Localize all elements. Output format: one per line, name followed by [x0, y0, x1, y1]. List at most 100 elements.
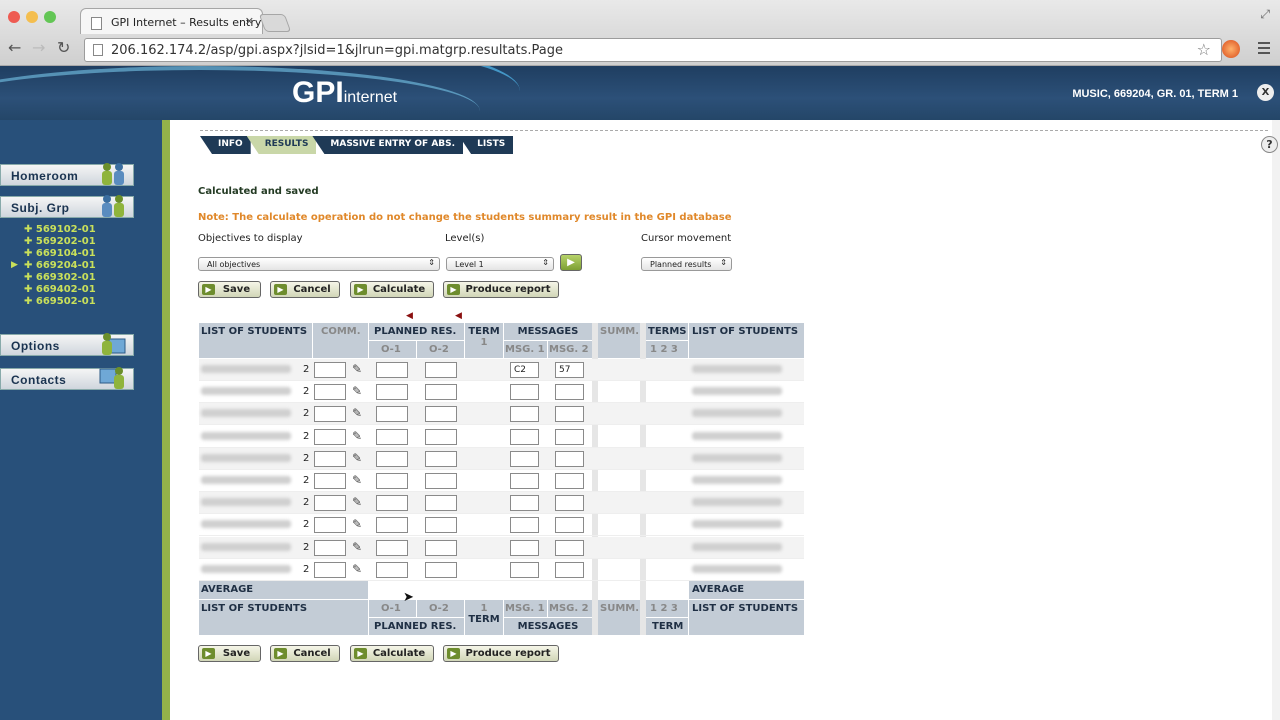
msg2-input[interactable] [555, 517, 584, 534]
o2-input[interactable] [425, 473, 457, 489]
scrollbar[interactable] [1272, 120, 1280, 720]
pencil-icon[interactable]: ✎ [352, 429, 362, 443]
msg2-input[interactable] [555, 561, 584, 578]
o2-input[interactable] [425, 428, 457, 445]
close-app-button[interactable]: X [1257, 84, 1274, 101]
browser-menu-icon[interactable] [1258, 42, 1270, 57]
group-link[interactable]: ✚ 669104-01 [24, 248, 96, 259]
pencil-icon[interactable]: ✎ [352, 540, 362, 554]
sort-arrow-icon[interactable]: ◀ [455, 311, 462, 321]
o2-input[interactable] [425, 406, 457, 423]
comment-input[interactable] [314, 539, 346, 556]
browser-tab[interactable]: GPI Internet – Results entry ✕ [80, 8, 263, 34]
tab-results[interactable]: RESULTS [246, 136, 317, 154]
pencil-icon[interactable]: ✎ [352, 562, 362, 576]
reload-icon[interactable]: ↻ [57, 38, 70, 57]
forward-icon[interactable]: → [32, 38, 45, 57]
apply-filter-button[interactable]: ▶ [560, 254, 582, 271]
pencil-icon[interactable]: ✎ [352, 406, 362, 420]
msg2-input[interactable]: 57 [555, 362, 584, 378]
msg2-input[interactable] [555, 428, 584, 445]
comment-input[interactable] [314, 495, 346, 512]
o1-input[interactable] [376, 561, 408, 578]
save-button[interactable]: ▶ Save [198, 645, 261, 662]
comment-input[interactable] [314, 384, 346, 401]
o2-input[interactable] [425, 450, 457, 467]
tab-lists[interactable]: LISTS [459, 136, 514, 154]
msg1-input[interactable] [510, 473, 539, 489]
cancel-button[interactable]: ▶ Cancel [270, 645, 340, 662]
pencil-icon[interactable]: ✎ [352, 517, 362, 531]
o1-input[interactable] [376, 384, 408, 401]
sidebar-item-subj-grp[interactable]: Subj. Grp [0, 195, 134, 218]
o1-input[interactable] [376, 473, 408, 489]
pencil-icon[interactable]: ✎ [352, 495, 362, 509]
msg1-input[interactable] [510, 406, 539, 423]
sidebar-item-contacts[interactable]: Contacts [0, 367, 134, 390]
close-tab-icon[interactable]: ✕ [245, 15, 254, 28]
cursor-select[interactable]: Planned results ⇕ [641, 257, 732, 271]
msg1-input[interactable] [510, 561, 539, 578]
o2-input[interactable] [425, 517, 457, 534]
msg2-input[interactable] [555, 495, 584, 512]
group-link[interactable]: ✚ 669402-01 [24, 284, 96, 295]
msg1-input[interactable] [510, 450, 539, 467]
comment-input[interactable] [314, 406, 346, 423]
o2-input[interactable] [425, 384, 457, 401]
comment-input[interactable] [314, 561, 346, 578]
close-window-button[interactable] [8, 11, 20, 23]
o2-input[interactable] [425, 539, 457, 556]
extension-icon[interactable] [1222, 40, 1240, 58]
o2-input[interactable] [425, 362, 457, 378]
cancel-button[interactable]: ▶ Cancel [270, 281, 340, 298]
o1-input[interactable] [376, 539, 408, 556]
tab-info[interactable]: INFO [200, 136, 251, 154]
msg2-input[interactable] [555, 450, 584, 467]
calculate-button[interactable]: ▶ Calculate [350, 281, 434, 298]
comment-input[interactable] [314, 428, 346, 445]
group-link[interactable]: ✚ 569102-01 [24, 224, 96, 235]
pencil-icon[interactable]: ✎ [352, 473, 362, 487]
msg2-input[interactable] [555, 539, 584, 556]
msg1-input[interactable] [510, 495, 539, 512]
o2-input[interactable] [425, 495, 457, 512]
group-link[interactable]: ✚ 669502-01 [24, 296, 96, 307]
objectives-select[interactable]: All objectives ⇕ [198, 257, 440, 271]
help-button[interactable]: ? [1261, 136, 1278, 153]
bookmark-star-icon[interactable]: ☆ [1197, 40, 1211, 59]
msg1-input[interactable] [510, 384, 539, 401]
group-link[interactable]: ✚ 669302-01 [24, 272, 96, 283]
fullscreen-icon[interactable]: ⤢ [1260, 7, 1270, 22]
o1-input[interactable] [376, 428, 408, 445]
sidebar-item-homeroom[interactable]: Homeroom [0, 163, 134, 186]
msg2-input[interactable] [555, 473, 584, 489]
pencil-icon[interactable]: ✎ [352, 384, 362, 398]
calculate-button[interactable]: ▶ Calculate [350, 645, 434, 662]
o1-input[interactable] [376, 406, 408, 423]
produce-report-button[interactable]: ▶ Produce report [443, 645, 559, 662]
o2-input[interactable] [425, 561, 457, 578]
sidebar-item-options[interactable]: Options [0, 333, 134, 356]
msg1-input[interactable] [510, 517, 539, 534]
o1-input[interactable] [376, 517, 408, 534]
o1-input[interactable] [376, 495, 408, 512]
group-link-active[interactable]: ▶ ✚ 669204-01 [11, 260, 96, 271]
produce-report-button[interactable]: ▶ Produce report [443, 281, 559, 298]
pencil-icon[interactable]: ✎ [352, 362, 362, 376]
zoom-window-button[interactable] [44, 11, 56, 23]
comment-input[interactable] [314, 473, 346, 489]
comment-input[interactable] [314, 517, 346, 534]
comment-input[interactable] [314, 450, 346, 467]
msg2-input[interactable] [555, 384, 584, 401]
msg2-input[interactable] [555, 406, 584, 423]
comment-input[interactable] [314, 362, 346, 378]
msg1-input[interactable] [510, 539, 539, 556]
save-button[interactable]: ▶ Save [198, 281, 261, 298]
msg1-input[interactable] [510, 428, 539, 445]
o1-input[interactable] [376, 450, 408, 467]
new-tab-button[interactable] [258, 14, 292, 32]
address-bar[interactable]: 206.162.174.2/asp/gpi.aspx?jlsid=1&jlrun… [84, 38, 1222, 62]
back-icon[interactable]: ← [8, 38, 21, 57]
sort-arrow-icon[interactable]: ◀ [406, 311, 413, 321]
tab-massive-entry[interactable]: MASSIVE ENTRY OF ABS. [312, 136, 464, 154]
